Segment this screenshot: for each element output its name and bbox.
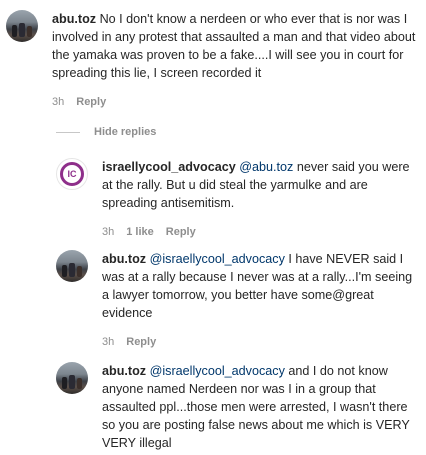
hide-replies-label: Hide replies [94,126,157,138]
comment-text: abu.toz No I don't know a nerdeen or who… [52,10,418,82]
likes-count[interactable]: 1 like [126,226,154,238]
comment-text: abu.toz @israellycool_advocacy and I do … [102,362,414,452]
comment-meta: 3h 1 like Reply [102,226,414,238]
reply-button[interactable]: Reply [126,336,156,348]
hide-replies-button[interactable]: Hide replies [56,126,156,138]
brand-logo-icon: IC [60,162,84,186]
comment-1: abu.toz No I don't know a nerdeen or who… [6,10,418,108]
reply-1: IC israellycool_advocacy @abu.toz never … [56,158,418,238]
reply-button[interactable]: Reply [76,96,106,108]
avatar[interactable] [56,250,88,282]
timestamp: 3h [52,96,65,108]
username-link[interactable]: abu.toz [102,364,146,378]
comment-meta: 3h Reply [52,96,418,108]
username-link[interactable]: abu.toz [52,12,96,26]
mention-link[interactable]: @abu.toz [239,160,293,174]
username-link[interactable]: israellycool_advocacy [102,160,236,174]
avatar[interactable] [6,10,38,42]
mention-link[interactable]: @israellycool_advocacy [150,252,285,266]
comment-meta: 3h Reply [102,336,414,348]
reply-2: abu.toz @israellycool_advocacy I have NE… [56,250,418,348]
timestamp: 3h [102,336,115,348]
timestamp: 3h [102,226,115,238]
comment-text: israellycool_advocacy @abu.toz never sai… [102,158,414,212]
mention-link[interactable]: @israellycool_advocacy [150,364,285,378]
username-link[interactable]: abu.toz [102,252,146,266]
comment-text: abu.toz @israellycool_advocacy I have NE… [102,250,414,322]
divider-line [56,131,80,133]
reply-3: abu.toz @israellycool_advocacy and I do … [56,362,418,452]
reply-button[interactable]: Reply [166,226,196,238]
comment-body: No I don't know a nerdeen or who ever th… [52,12,416,80]
avatar[interactable]: IC [56,158,88,190]
avatar[interactable] [56,362,88,394]
